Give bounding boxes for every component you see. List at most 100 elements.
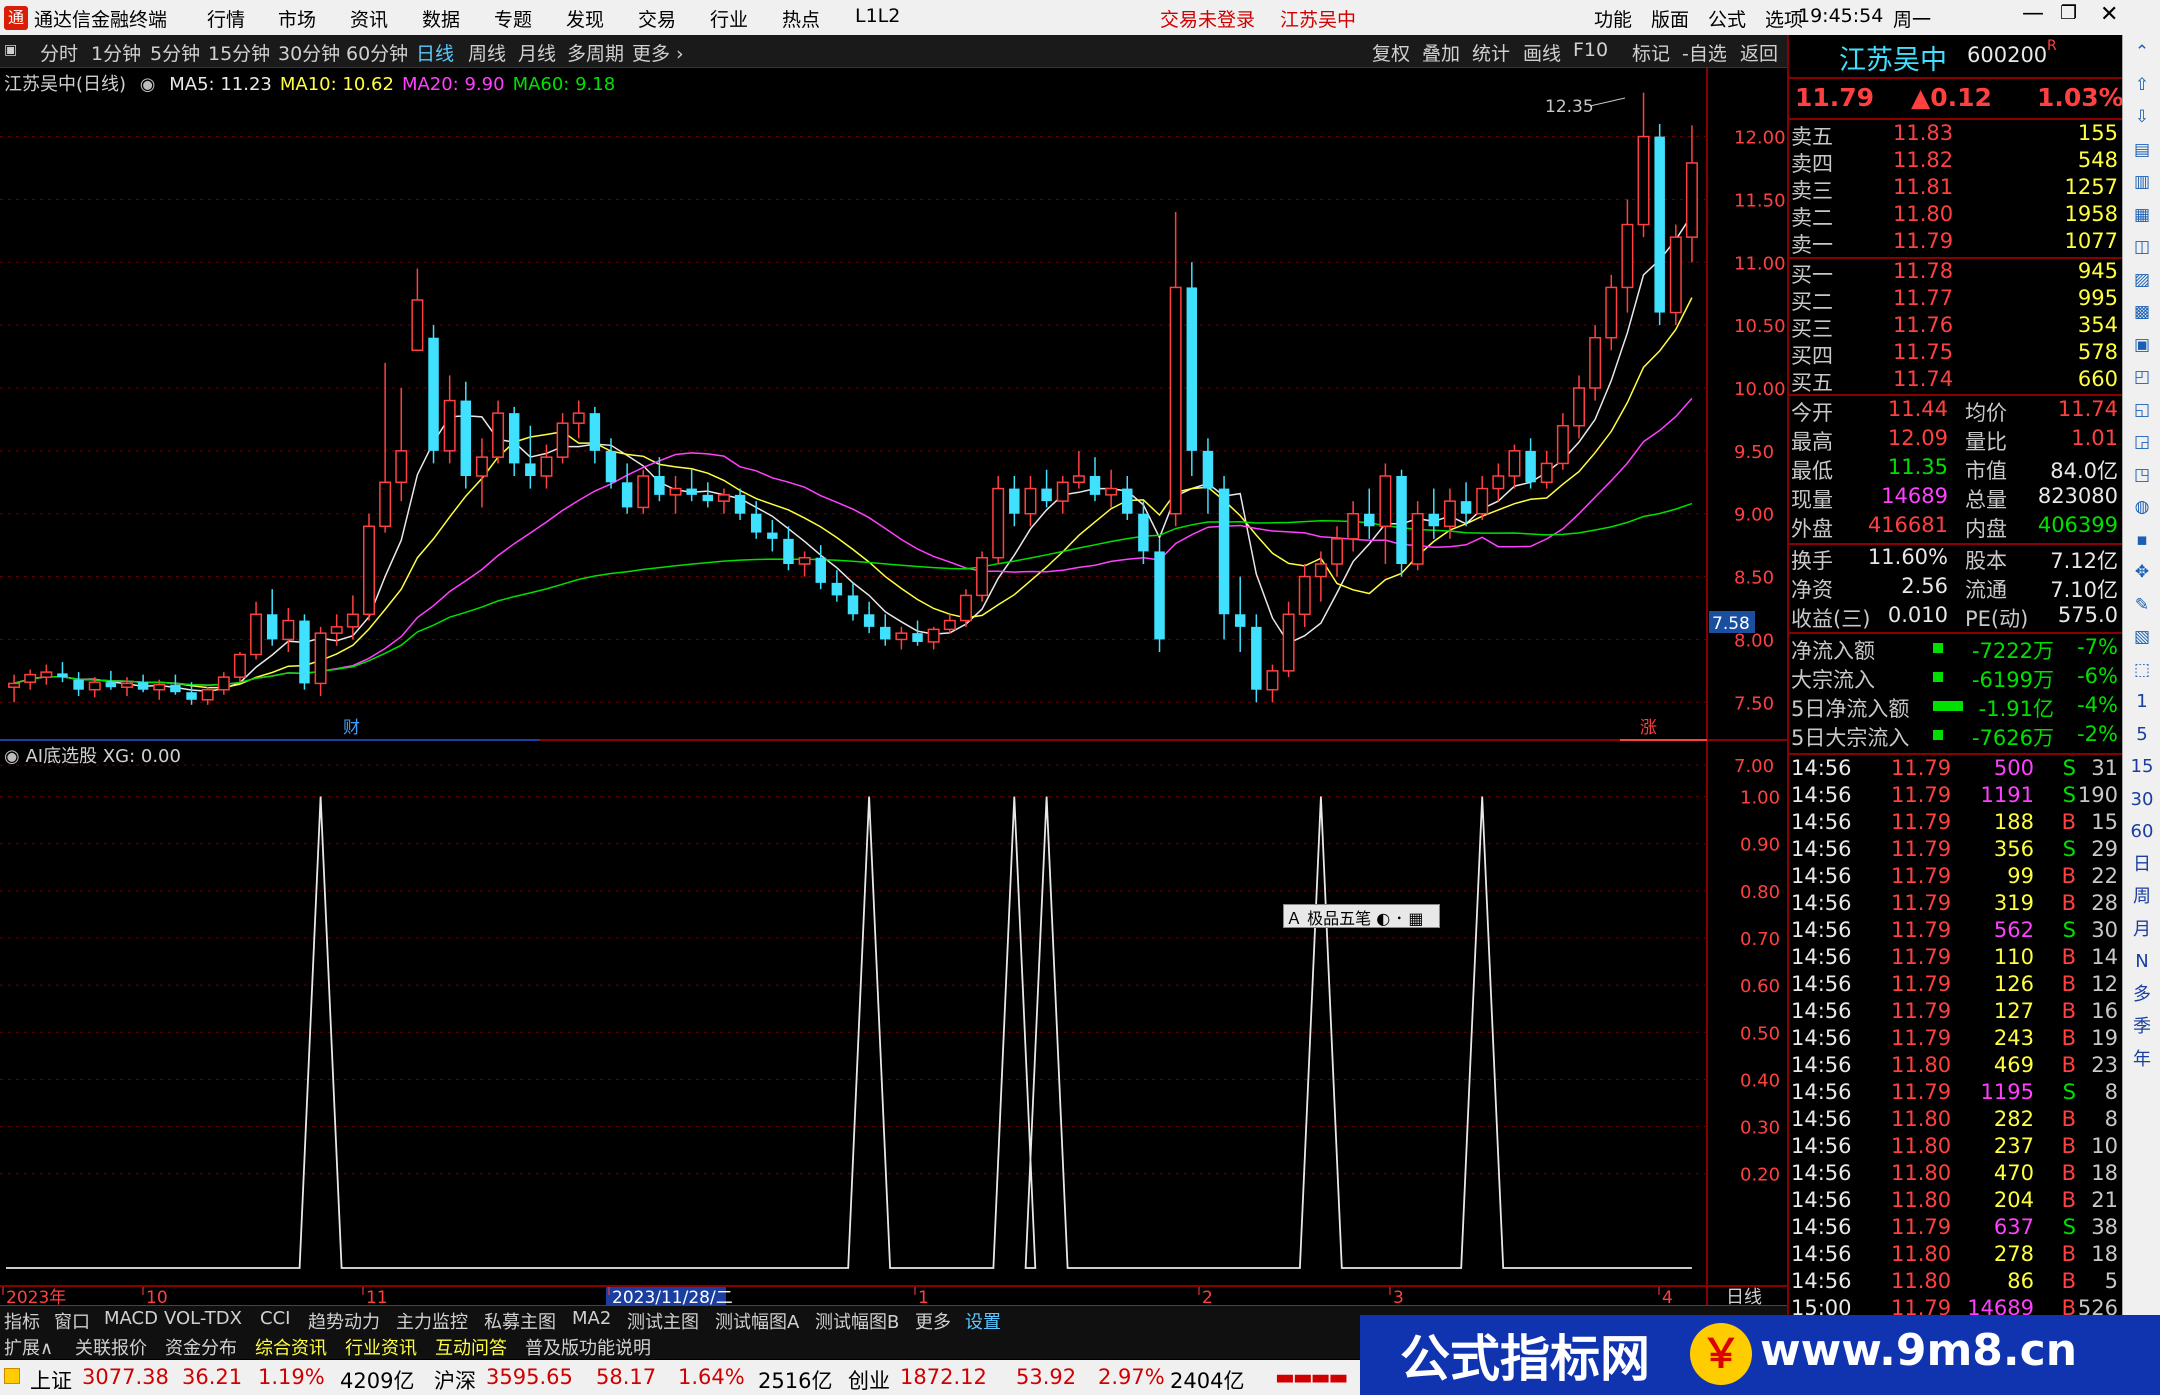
candle[interactable] bbox=[1024, 476, 1037, 527]
period-tab-3[interactable]: 15分钟 bbox=[208, 39, 270, 66]
chart-icon[interactable]: ◍ bbox=[2129, 494, 2155, 520]
bottom-tab-3[interactable]: VOL-TDX bbox=[164, 1308, 242, 1329]
candle[interactable] bbox=[734, 488, 746, 520]
candle[interactable] bbox=[1589, 325, 1602, 401]
rsi-icon[interactable]: ▪ bbox=[2129, 527, 2155, 553]
chart-icon[interactable]: ▤ bbox=[2129, 137, 2155, 163]
index-name-2[interactable]: 创业 bbox=[848, 1365, 890, 1395]
menu-0[interactable]: 行情 bbox=[207, 5, 245, 32]
candle[interactable] bbox=[1089, 457, 1101, 502]
period-tab-0[interactable]: 分时 bbox=[40, 39, 78, 66]
bottom-tab-0[interactable]: 指标 bbox=[4, 1308, 40, 1334]
candle[interactable] bbox=[1331, 526, 1343, 577]
candle[interactable] bbox=[24, 669, 37, 690]
candle[interactable] bbox=[282, 608, 295, 652]
index-name-1[interactable]: 沪深 bbox=[434, 1365, 476, 1395]
candle[interactable] bbox=[1298, 564, 1311, 627]
bottom-tab-7[interactable]: 私募主图 bbox=[484, 1308, 556, 1334]
ime-moon-icon[interactable]: ◐ ･ ▦ bbox=[1376, 909, 1423, 928]
toolbar-btn-5[interactable]: 标记 bbox=[1632, 39, 1670, 66]
candle[interactable] bbox=[1669, 224, 1682, 326]
minimize-icon[interactable]: — bbox=[2022, 1, 2044, 26]
candle[interactable] bbox=[1556, 413, 1569, 470]
move-icon[interactable]: ✥ bbox=[2129, 559, 2155, 585]
uparrow-icon[interactable]: ⌃ bbox=[2129, 39, 2155, 65]
chart-icon[interactable]: ◫ bbox=[2129, 234, 2155, 260]
candle[interactable] bbox=[299, 614, 310, 690]
bottom-tab-2[interactable]: MACD bbox=[104, 1308, 158, 1329]
candle[interactable] bbox=[686, 469, 697, 502]
candle[interactable] bbox=[976, 551, 989, 602]
candle[interactable] bbox=[1621, 199, 1634, 313]
period-tab-8[interactable]: 月线 bbox=[518, 39, 556, 66]
menu-5[interactable]: 发现 bbox=[566, 5, 604, 32]
right-menu-3[interactable]: 选项 bbox=[1765, 5, 1803, 32]
kline-chart[interactable]: 12.0011.5011.0010.5010.009.509.008.508.0… bbox=[0, 68, 1787, 1305]
candle[interactable] bbox=[1251, 614, 1262, 703]
candle[interactable] bbox=[250, 601, 263, 660]
5-icon[interactable]: 5 bbox=[2129, 722, 2155, 748]
candle[interactable] bbox=[1105, 469, 1118, 508]
chart-icon[interactable]: ▦ bbox=[2129, 202, 2155, 228]
candle[interactable] bbox=[750, 501, 762, 539]
candle[interactable] bbox=[525, 425, 536, 489]
candle[interactable] bbox=[798, 551, 811, 577]
-icon[interactable]: 年 bbox=[2129, 1047, 2155, 1073]
candle[interactable] bbox=[1009, 476, 1020, 527]
bottom-tab-13[interactable]: 设置 bbox=[965, 1308, 1001, 1334]
candle[interactable] bbox=[1202, 438, 1214, 514]
candle[interactable] bbox=[492, 400, 505, 464]
close-icon[interactable]: ✕ bbox=[2100, 2, 2118, 27]
info-tab-1[interactable]: 关联报价 bbox=[75, 1334, 147, 1360]
candle[interactable] bbox=[233, 652, 246, 683]
chart-icon[interactable]: ◱ bbox=[2129, 397, 2155, 423]
candle[interactable] bbox=[1234, 576, 1246, 652]
candle[interactable] bbox=[702, 482, 714, 508]
right-menu-1[interactable]: 版面 bbox=[1651, 5, 1689, 32]
candle[interactable] bbox=[927, 626, 940, 650]
right-menu-2[interactable]: 公式 bbox=[1708, 5, 1746, 32]
info-tab-4[interactable]: 行业资讯 bbox=[345, 1334, 417, 1360]
period-tab-1[interactable]: 1分钟 bbox=[91, 39, 141, 66]
candle[interactable] bbox=[783, 526, 794, 571]
-icon[interactable]: 周 bbox=[2129, 884, 2155, 910]
bottom-tab-6[interactable]: 主力监控 bbox=[396, 1308, 468, 1334]
toolbar-menu-icon[interactable]: ▣ bbox=[4, 42, 17, 58]
candle[interactable] bbox=[460, 381, 472, 489]
candle[interactable] bbox=[330, 614, 343, 646]
candle[interactable] bbox=[1428, 488, 1440, 539]
candle[interactable] bbox=[1525, 438, 1536, 489]
candle[interactable] bbox=[1266, 664, 1279, 703]
candle[interactable] bbox=[1637, 92, 1650, 238]
candle[interactable] bbox=[654, 457, 665, 502]
candle[interactable] bbox=[621, 463, 633, 514]
toolbar-btn-7[interactable]: 返回 bbox=[1740, 39, 1778, 66]
period-tab-10[interactable]: 更多 › bbox=[632, 39, 684, 66]
period-tab-6[interactable]: 日线 bbox=[416, 39, 454, 66]
toolbar-btn-0[interactable]: 复权 bbox=[1372, 39, 1410, 66]
menu-7[interactable]: 行业 bbox=[710, 5, 748, 32]
-icon[interactable]: 多 bbox=[2129, 982, 2155, 1008]
candle[interactable] bbox=[1540, 450, 1553, 489]
chart-icon[interactable]: ▨ bbox=[2129, 267, 2155, 293]
candle[interactable] bbox=[395, 388, 408, 502]
bottom-tab-12[interactable]: 更多 bbox=[915, 1308, 951, 1334]
toolbar-btn-6[interactable]: -自选 bbox=[1682, 39, 1727, 66]
candle[interactable] bbox=[1186, 262, 1198, 476]
candle[interactable] bbox=[363, 513, 375, 621]
candle[interactable] bbox=[1314, 551, 1327, 602]
30-icon[interactable]: 30 bbox=[2129, 787, 2155, 813]
15-icon[interactable]: 15 bbox=[2129, 754, 2155, 780]
candle[interactable] bbox=[266, 589, 278, 646]
candle[interactable] bbox=[669, 476, 682, 514]
candle[interactable] bbox=[1169, 212, 1182, 527]
legend-toggle-icon[interactable]: ◉ bbox=[140, 74, 156, 95]
trade-status[interactable]: 交易未登录 bbox=[1160, 5, 1255, 32]
candle[interactable] bbox=[1654, 124, 1665, 326]
toolbar-btn-4[interactable]: F10 bbox=[1573, 39, 1608, 61]
bottom-tab-8[interactable]: MA2 bbox=[572, 1308, 611, 1329]
candle[interactable] bbox=[508, 406, 520, 476]
candle[interactable] bbox=[895, 626, 908, 650]
candle[interactable] bbox=[57, 662, 68, 683]
candle[interactable] bbox=[201, 687, 214, 705]
